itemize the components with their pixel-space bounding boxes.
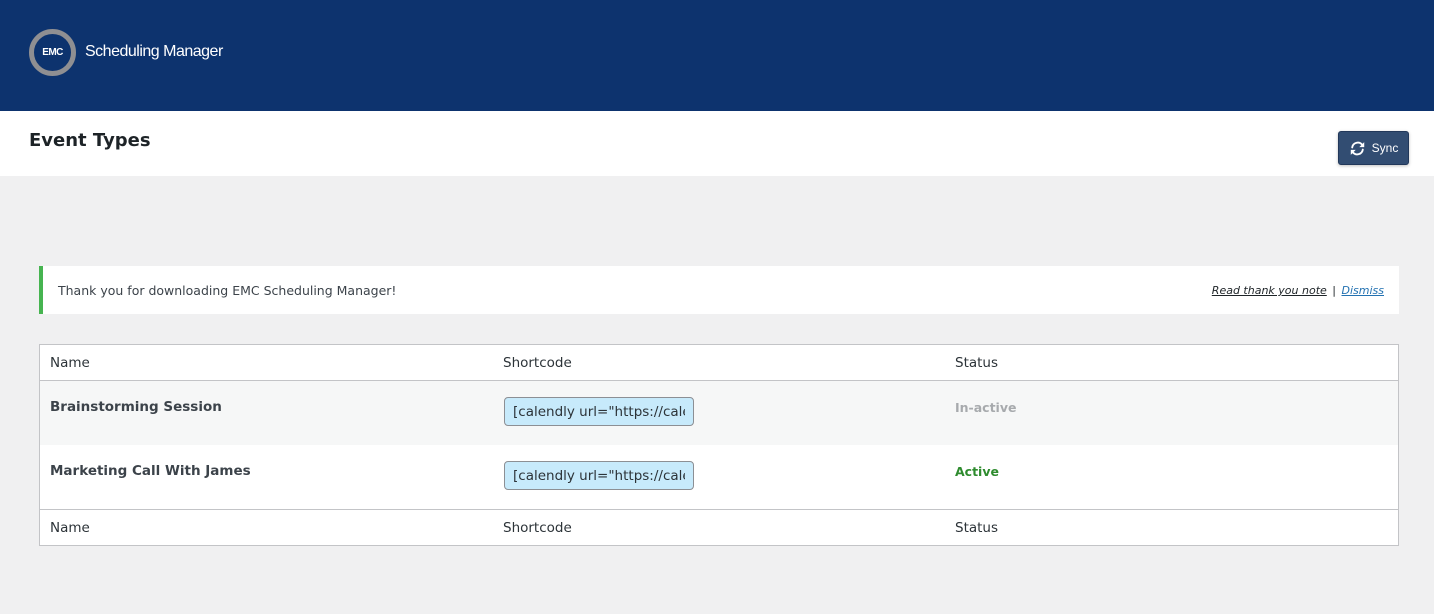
table-row: Brainstorming Session In-active xyxy=(40,381,1398,445)
page-title: Event Types xyxy=(29,130,151,151)
thank-you-notice: Thank you for downloading EMC Scheduling… xyxy=(39,266,1399,314)
notice-message: Thank you for downloading EMC Scheduling… xyxy=(58,283,397,298)
status-badge: In-active xyxy=(955,400,1017,415)
event-name: Brainstorming Session xyxy=(50,399,222,415)
shortcode-field[interactable] xyxy=(504,397,694,426)
event-types-table: Name Shortcode Status Brainstorming Sess… xyxy=(39,344,1399,546)
page-title-bar: Event Types Sync xyxy=(0,111,1434,176)
brand-header: EMC Scheduling Manager xyxy=(0,0,1434,111)
table-row: Marketing Call With James Active xyxy=(40,445,1398,509)
table-footer-row: Name Shortcode Status xyxy=(40,509,1398,545)
event-name: Marketing Call With James xyxy=(50,463,251,479)
column-footer-status[interactable]: Status xyxy=(955,520,998,536)
status-badge: Active xyxy=(955,464,999,479)
brand-name: Scheduling Manager xyxy=(85,43,223,60)
column-header-name[interactable]: Name xyxy=(50,355,90,371)
dismiss-link[interactable]: Dismiss xyxy=(1342,284,1385,297)
sync-label: Sync xyxy=(1371,141,1399,155)
column-footer-name[interactable]: Name xyxy=(50,520,90,536)
notice-separator: | xyxy=(1332,284,1336,297)
column-footer-shortcode[interactable]: Shortcode xyxy=(503,520,572,536)
notice-links: Read thank you note | Dismiss xyxy=(1212,284,1384,297)
logo-text: EMC xyxy=(42,47,63,58)
shortcode-field[interactable] xyxy=(504,461,694,490)
refresh-icon xyxy=(1350,141,1364,155)
column-header-status[interactable]: Status xyxy=(955,355,998,371)
sync-button[interactable]: Sync xyxy=(1338,131,1409,165)
emc-logo: EMC xyxy=(29,29,76,76)
column-header-shortcode[interactable]: Shortcode xyxy=(503,355,572,371)
read-thank-you-note-link[interactable]: Read thank you note xyxy=(1212,284,1327,297)
table-header-row: Name Shortcode Status xyxy=(40,345,1398,381)
